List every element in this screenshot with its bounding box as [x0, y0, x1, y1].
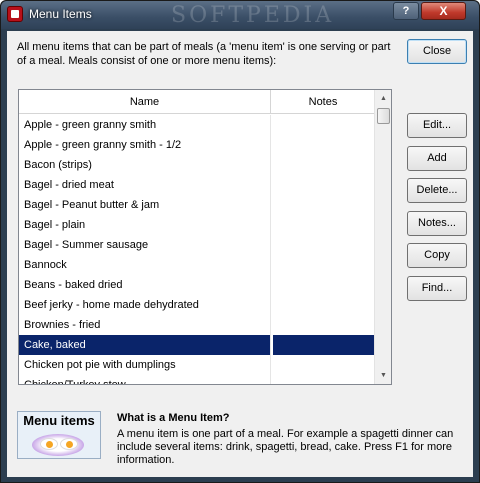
scroll-down-arrow-icon[interactable]: ▼ [375, 367, 391, 384]
list-item-notes [272, 295, 374, 315]
fried-eggs-plate-icon: Menu items [17, 411, 101, 459]
add-button[interactable]: Add [407, 146, 467, 171]
list-item-notes [272, 255, 374, 275]
list-item-notes [272, 175, 374, 195]
copy-button[interactable]: Copy [407, 243, 467, 268]
edit-button[interactable]: Edit... [407, 113, 467, 138]
list-item[interactable]: Bacon (strips) [19, 155, 374, 175]
list-item-notes [272, 215, 374, 235]
list-item-name: Bagel - Summer sausage [19, 235, 271, 255]
list-item-notes [272, 335, 374, 355]
description-text: All menu items that can be part of meals… [17, 41, 391, 67]
list-item-name: Chicken/Turkey stew [19, 375, 271, 384]
info-panel: Menu items What is a Menu Item? A menu i… [17, 409, 467, 469]
list-item[interactable]: Chicken pot pie with dumplings [19, 355, 374, 375]
scrollbar-thumb[interactable] [377, 108, 390, 124]
list-item-name: Beef jerky - home made dehydrated [19, 295, 271, 315]
list-rows: Apple - green granny smith Apple - green … [19, 115, 374, 384]
list-item[interactable]: Bagel - dried meat [19, 175, 374, 195]
list-item-name: Chicken pot pie with dumplings [19, 355, 271, 375]
list-item[interactable]: Beans - baked dried [19, 275, 374, 295]
list-item[interactable]: Bagel - Peanut butter & jam [19, 195, 374, 215]
list-item-notes [272, 315, 374, 335]
list-item-notes [272, 275, 374, 295]
column-header-name[interactable]: Name [19, 90, 271, 114]
menu-items-list[interactable]: Name Notes Apple - green granny smith App… [18, 89, 392, 385]
list-item-name: Bannock [19, 255, 271, 275]
find-button[interactable]: Find... [407, 276, 467, 301]
watermark: SOFTPEDIA [171, 3, 335, 28]
list-item[interactable]: Bagel - plain [19, 215, 374, 235]
info-heading: What is a Menu Item? [117, 412, 230, 424]
list-item-name: Bacon (strips) [19, 155, 271, 175]
list-item[interactable]: Cake, baked [19, 335, 374, 355]
list-item-notes [272, 115, 374, 135]
title-bar[interactable]: Menu Items SOFTPEDIA ? X [1, 1, 479, 29]
egg-graphic [60, 438, 78, 450]
list-item-notes [272, 195, 374, 215]
list-item-notes [272, 235, 374, 255]
help-button[interactable]: ? [393, 2, 419, 20]
delete-button[interactable]: Delete... [407, 178, 467, 203]
list-item-name: Bagel - plain [19, 215, 271, 235]
list-item[interactable]: Bagel - Summer sausage [19, 235, 374, 255]
info-icon-title: Menu items [23, 413, 95, 428]
list-item-name: Beans - baked dried [19, 275, 271, 295]
list-item[interactable]: Apple - green granny smith [19, 115, 374, 135]
list-item[interactable]: Bannock [19, 255, 374, 275]
column-header-notes[interactable]: Notes [272, 90, 374, 114]
app-icon [7, 6, 23, 22]
notes-button[interactable]: Notes... [407, 211, 467, 236]
list-item[interactable]: Brownies - fried [19, 315, 374, 335]
list-header: Name Notes [19, 90, 374, 114]
list-item-name: Cake, baked [19, 335, 271, 355]
info-text: A menu item is one part of a meal. For e… [117, 428, 454, 466]
list-item-name: Apple - green granny smith [19, 115, 271, 135]
vertical-scrollbar[interactable]: ▲ ▼ [374, 90, 391, 384]
list-item-name: Apple - green granny smith - 1/2 [19, 135, 271, 155]
list-item-name: Bagel - Peanut butter & jam [19, 195, 271, 215]
list-item-notes [272, 375, 374, 384]
list-item-notes [272, 355, 374, 375]
dialog-client-area: All menu items that can be part of meals… [7, 31, 473, 477]
scroll-up-arrow-icon[interactable]: ▲ [375, 90, 391, 107]
list-item[interactable]: Chicken/Turkey stew [19, 375, 374, 384]
list-item-name: Brownies - fried [19, 315, 271, 335]
list-item[interactable]: Beef jerky - home made dehydrated [19, 295, 374, 315]
close-button[interactable]: Close [407, 39, 467, 64]
list-item-notes [272, 155, 374, 175]
window-close-button[interactable]: X [421, 2, 466, 20]
window-title: Menu Items [29, 7, 92, 21]
menu-items-window: Menu Items SOFTPEDIA ? X All menu items … [0, 0, 480, 483]
list-item-notes [272, 135, 374, 155]
list-item-name: Bagel - dried meat [19, 175, 271, 195]
egg-graphic [40, 438, 58, 450]
list-item[interactable]: Apple - green granny smith - 1/2 [19, 135, 374, 155]
